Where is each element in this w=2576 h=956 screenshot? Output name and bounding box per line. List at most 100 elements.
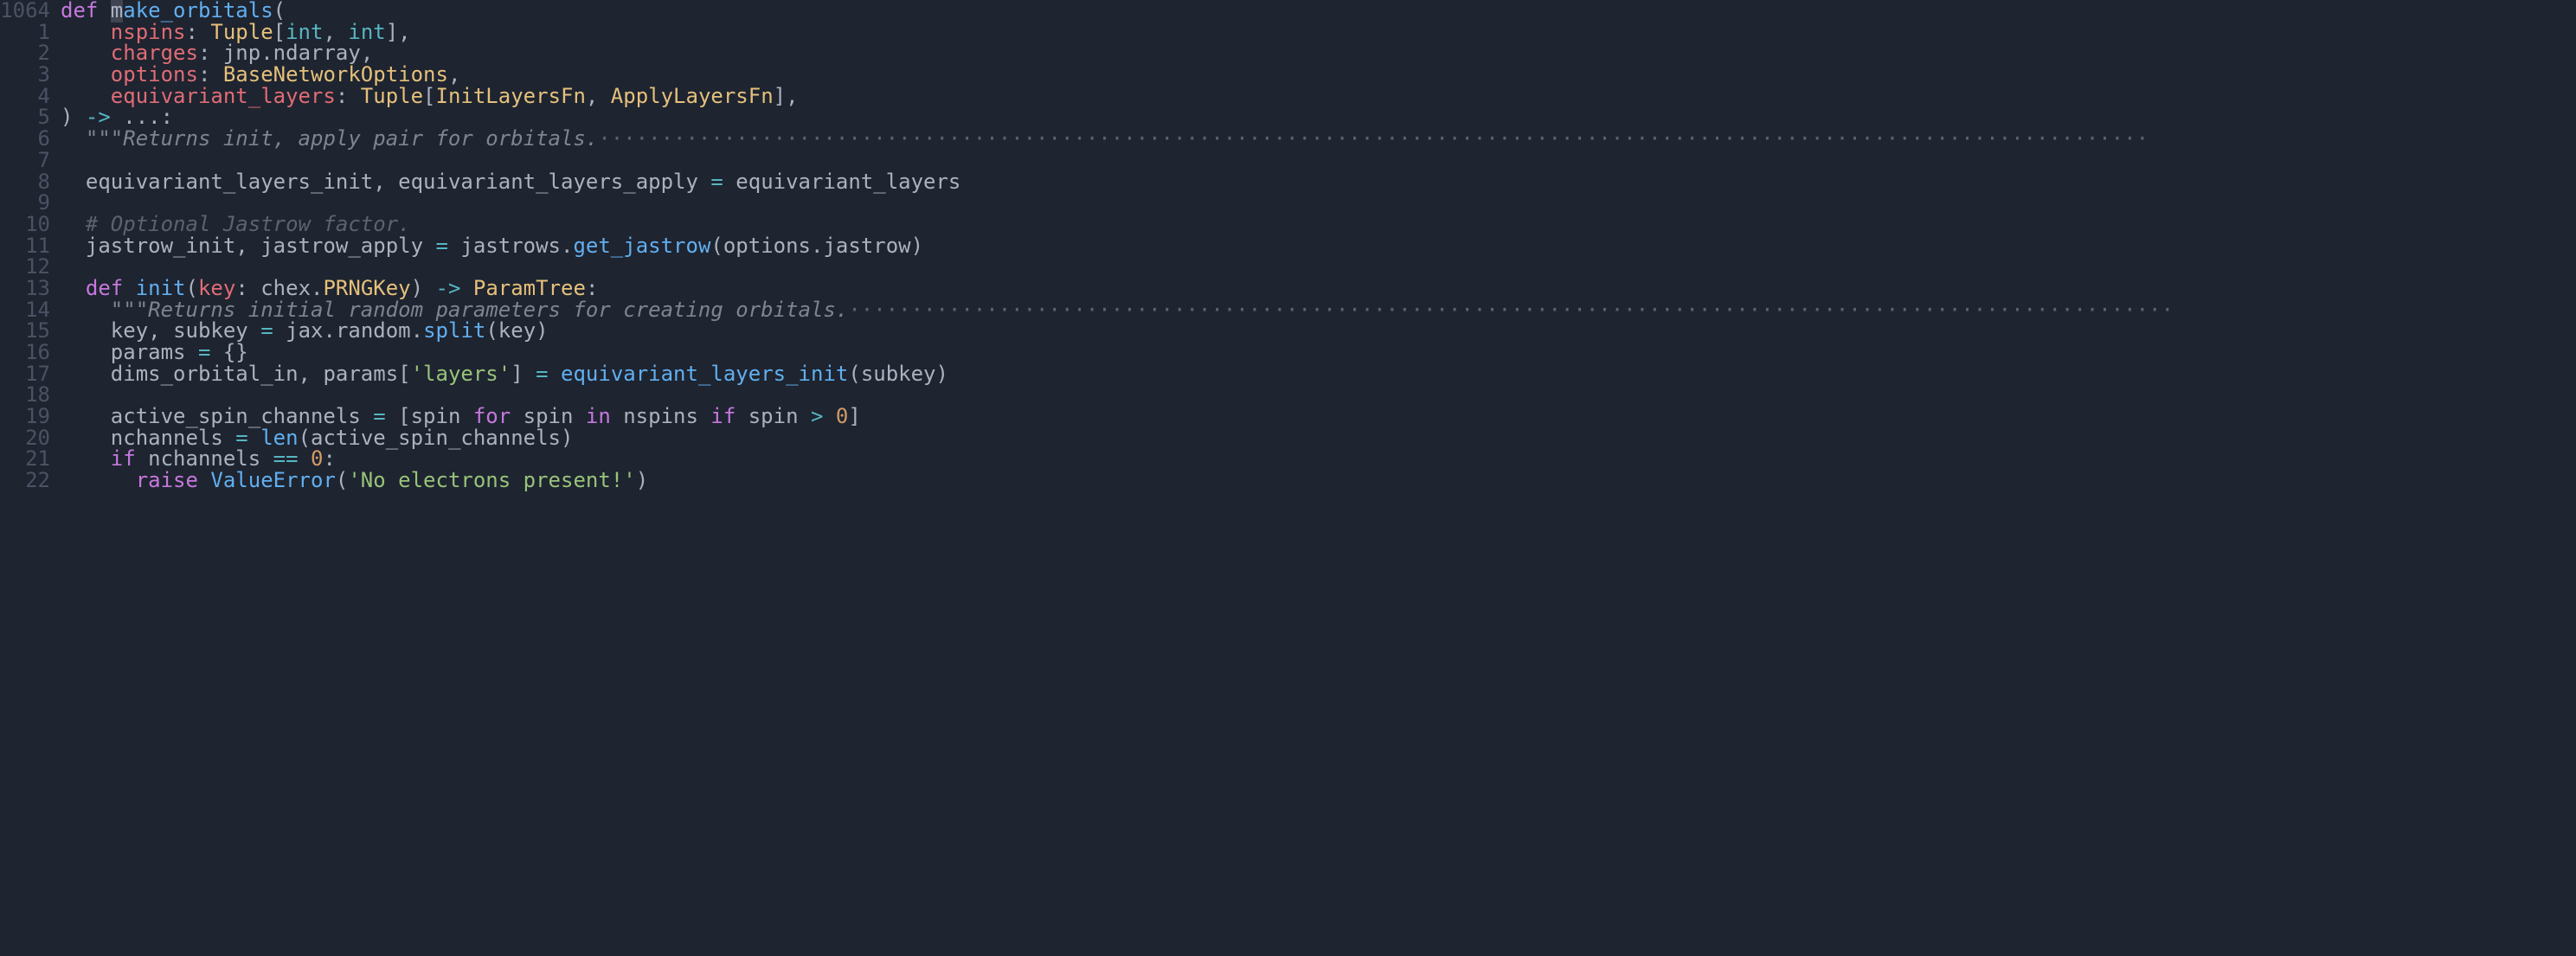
punctuation: ], xyxy=(386,20,411,44)
operator: > xyxy=(799,404,836,428)
punctuation: ) xyxy=(636,468,648,491)
string-literal: 'No electrons present!' xyxy=(348,468,635,491)
code-line[interactable]: active_spin_channels = [spin for spin in… xyxy=(61,406,2576,427)
property: random xyxy=(336,318,411,343)
punctuation: , xyxy=(586,84,611,108)
punctuation: . xyxy=(561,234,573,258)
namespace: jastrows xyxy=(460,234,561,258)
line-number: 7 xyxy=(0,150,50,171)
punctuation: ( xyxy=(336,468,348,491)
code-line[interactable]: nchannels = len(active_spin_channels) xyxy=(61,427,2576,449)
function-call: equivariant_layers_init xyxy=(561,362,848,386)
code-line[interactable]: dims_orbital_in, params['layers'] = equi… xyxy=(61,363,2576,385)
type-annotation: InitLayersFn xyxy=(436,84,586,108)
docstring: """Returns init, apply pair for orbitals… xyxy=(86,126,598,151)
code-line[interactable] xyxy=(61,150,2576,171)
variable: jastrow_init xyxy=(86,234,235,258)
namespace: jax xyxy=(286,318,323,343)
indent xyxy=(61,126,86,151)
punctuation: [ xyxy=(423,84,435,108)
punctuation: , xyxy=(373,170,398,194)
code-line[interactable]: nspins: Tuple[int, int], xyxy=(61,22,2576,43)
punctuation: ( xyxy=(848,362,860,386)
line-number: 14 xyxy=(0,299,50,321)
code-line[interactable]: def init(key: chex.PRNGKey) -> ParamTree… xyxy=(61,278,2576,299)
indent xyxy=(61,234,86,258)
line-number: 11 xyxy=(0,235,50,257)
punctuation: ) xyxy=(536,318,548,343)
argument: key xyxy=(498,318,536,343)
line-number: 16 xyxy=(0,342,50,363)
variable: params xyxy=(323,362,398,386)
code-editor[interactable]: 1064 1 2 3 4 5 6 7 8 9 10 11 12 13 14 15… xyxy=(0,0,2576,491)
code-line[interactable] xyxy=(61,256,2576,278)
code-line[interactable]: equivariant_layers: Tuple[InitLayersFn, … xyxy=(61,86,2576,107)
punctuation: , xyxy=(299,362,324,386)
code-line[interactable]: options: BaseNetworkOptions, xyxy=(61,64,2576,86)
punctuation: ( xyxy=(485,318,498,343)
line-number: 17 xyxy=(0,363,50,385)
code-line[interactable] xyxy=(61,192,2576,214)
punctuation: [ xyxy=(398,362,410,386)
exception-class: ValueError xyxy=(210,468,336,491)
indent xyxy=(61,362,111,386)
operator: = xyxy=(698,170,736,194)
line-number: 6 xyxy=(0,128,50,150)
argument: active_spin_channels xyxy=(311,426,561,450)
punctuation: ) xyxy=(936,362,948,386)
function-call: get_jastrow xyxy=(573,234,710,258)
variable: spin xyxy=(748,404,799,428)
variable: nspins xyxy=(623,404,698,428)
string-literal: 'layers' xyxy=(411,362,511,386)
operator: = xyxy=(423,234,460,258)
variable: equivariant_layers xyxy=(736,170,960,194)
punctuation: ( xyxy=(710,234,723,258)
line-number-gutter: 1064 1 2 3 4 5 6 7 8 9 10 11 12 13 14 15… xyxy=(0,0,61,491)
code-line[interactable]: ) -> ...: xyxy=(61,106,2576,128)
function-call: split xyxy=(423,318,485,343)
keyword: in xyxy=(573,404,623,428)
trailing-dots: ········································… xyxy=(848,298,2174,322)
line-number: 10 xyxy=(0,214,50,235)
code-line[interactable]: def make_orbitals( xyxy=(61,0,2576,22)
number-literal: 0 xyxy=(836,404,848,428)
type-annotation: ApplyLayersFn xyxy=(611,84,774,108)
code-line[interactable]: """Returns initial random parameters for… xyxy=(61,299,2576,321)
line-number: 15 xyxy=(0,320,50,342)
code-line[interactable]: raise ValueError('No electrons present!'… xyxy=(61,470,2576,491)
line-number: 1 xyxy=(0,22,50,43)
punctuation: ], xyxy=(774,84,799,108)
operator: = xyxy=(524,362,561,386)
line-number: 18 xyxy=(0,384,50,406)
code-line[interactable]: charges: jnp.ndarray, xyxy=(61,42,2576,64)
punctuation: ) xyxy=(911,234,923,258)
line-number: 9 xyxy=(0,192,50,214)
trailing-dots: ········································… xyxy=(598,126,2149,151)
property: jastrow xyxy=(823,234,910,258)
code-line[interactable]: key, subkey = jax.random.split(key) xyxy=(61,320,2576,342)
line-number: 3 xyxy=(0,64,50,86)
line-number: 1064 xyxy=(0,0,50,22)
code-line[interactable]: if nchannels == 0: xyxy=(61,448,2576,470)
punctuation: . xyxy=(811,234,823,258)
keyword: raise xyxy=(136,468,211,491)
code-line[interactable]: params = {} xyxy=(61,342,2576,363)
code-content[interactable]: def make_orbitals( nspins: Tuple[int, in… xyxy=(61,0,2576,491)
punctuation: ] xyxy=(848,404,860,428)
line-number: 4 xyxy=(0,86,50,107)
code-line[interactable] xyxy=(61,384,2576,406)
code-line[interactable]: jastrow_init, jastrow_apply = jastrows.g… xyxy=(61,235,2576,257)
argument: subkey xyxy=(861,362,936,386)
code-line[interactable]: # Optional Jastrow factor. xyxy=(61,214,2576,235)
keyword: if xyxy=(698,404,748,428)
indent xyxy=(61,170,86,194)
variable: jastrow_apply xyxy=(260,234,423,258)
code-line[interactable]: equivariant_layers_init, equivariant_lay… xyxy=(61,171,2576,193)
punctuation: ) xyxy=(561,426,573,450)
indent xyxy=(61,468,136,491)
line-number: 2 xyxy=(0,42,50,64)
code-line[interactable]: """Returns init, apply pair for orbitals… xyxy=(61,128,2576,150)
variable: equivariant_layers_apply xyxy=(398,170,698,194)
punctuation: ] xyxy=(511,362,523,386)
line-number: 8 xyxy=(0,171,50,193)
